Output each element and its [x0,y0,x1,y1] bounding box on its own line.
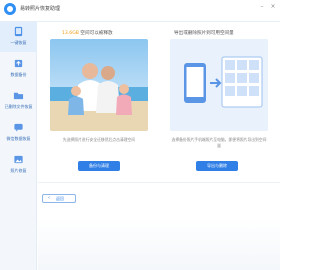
sidebar-item-label: 一键恢复 [10,40,27,45]
beach-photo-illustration [50,39,148,131]
family-beach-photo [50,39,148,131]
sidebar-item-wechat[interactable]: 微信数据恢复 [0,118,37,148]
sidebar-item-label: 数据备份 [10,72,27,77]
sidebar-item-label: 照片修复 [10,168,27,173]
folder-icon [13,92,24,100]
back-button-label: 返回 [56,196,64,201]
main-panel: 13.6GB 空间可以被释放 先选择照片进行安全迁移然后点击清理空间 备份与清理… [38,22,280,270]
right-card-description: 选择备份照片手机端照片至电脑，即便将照片导出到空间量 [171,137,267,148]
phone-to-grid-illustration [170,39,268,131]
sidebar: 一键恢复 数据备份 已删除文件恢复 微信数据恢复 照片修复 [0,22,37,270]
sidebar-item-backup[interactable]: 数据备份 [0,54,37,84]
sidebar-item-photo-repair[interactable]: 照片修复 [0,150,37,180]
device-icon [14,26,23,37]
divider [38,182,280,183]
back-button[interactable]: ‹ 返回 [42,194,76,203]
left-card-title-text: 空间可以被释放 [78,31,113,36]
close-icon[interactable]: × [269,3,277,11]
export-and-delete-button[interactable]: 导出与删除 [196,161,238,171]
sidebar-item-one-click-recover[interactable]: 一键恢复 [0,22,37,52]
app-logo-icon [4,3,16,15]
sidebar-item-deleted-files[interactable]: 已删除文件恢复 [0,86,37,116]
sidebar-item-label: 已删除文件恢复 [4,104,33,109]
photo-icon [14,155,23,164]
left-card-description: 先选择照片进行安全迁移然后点击清理空间 [62,137,136,142]
chat-icon [14,123,23,132]
freeable-size: 13.6GB [62,31,79,36]
backup-and-clean-button[interactable]: 备份与清理 [78,161,120,171]
export-illustration [170,39,268,131]
left-card-title: 13.6GB 空间可以被释放 [62,30,113,36]
empty-area [38,217,280,270]
app-title: 易转照片恢复助理 [20,6,61,12]
right-card-title: 导出或删除照片到可用空间量 [174,31,234,36]
back-arrow-icon: ‹ [48,195,50,201]
backup-icon [14,59,23,68]
sidebar-item-label: 微信数据恢复 [6,136,31,141]
title-bar: 易转照片恢复助理 – × [0,0,280,22]
minimize-icon[interactable]: – [258,3,266,11]
